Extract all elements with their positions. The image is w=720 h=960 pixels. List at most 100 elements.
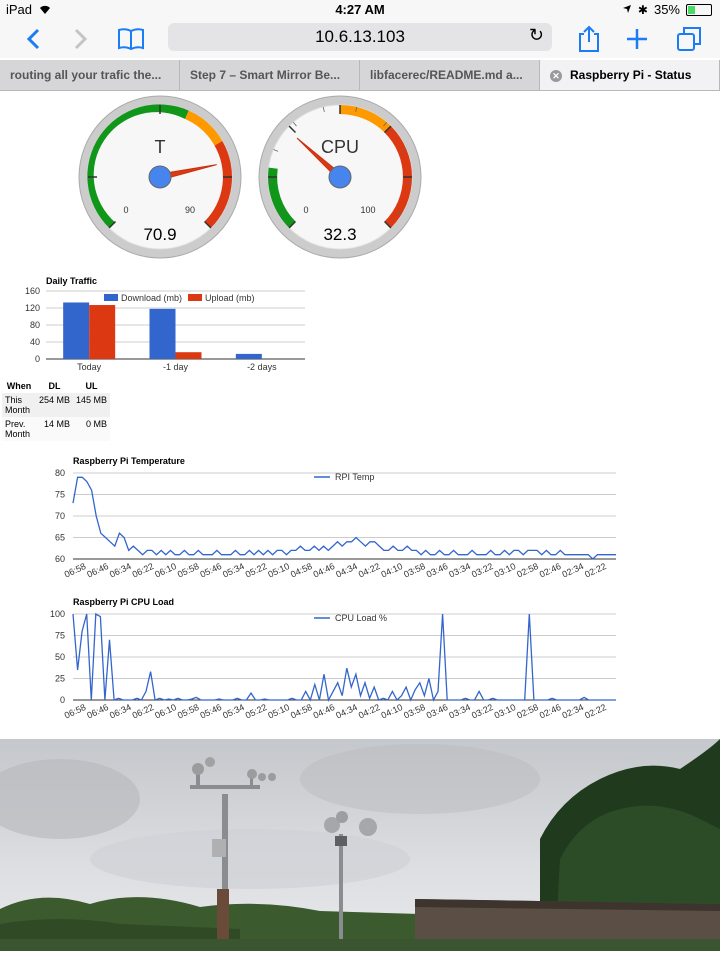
y-tick-label: 75 (55, 631, 65, 641)
x-tick-label: 03:34 (447, 561, 472, 580)
y-tick-label: 0 (35, 354, 40, 364)
url-text: 10.6.13.103 (315, 27, 405, 46)
gauge-max: 90 (185, 205, 195, 215)
tabs-overview-button[interactable] (674, 24, 704, 54)
x-tick-label: 04:22 (357, 561, 382, 580)
bar (89, 305, 116, 359)
series-line (72, 476, 616, 560)
x-tick-label: 04:10 (380, 702, 405, 721)
page-content: T 0 90 70.9 CPU 0 100 32.3 Daily Traffic… (0, 91, 720, 960)
bookmarks-button[interactable] (116, 24, 146, 54)
x-tick-label: 03:22 (470, 561, 495, 580)
x-tick-label: -2 days (247, 362, 277, 372)
bar (175, 352, 202, 359)
legend-swatch (104, 294, 118, 301)
x-tick-label: 02:58 (515, 561, 540, 580)
x-tick-label: 04:46 (312, 561, 337, 580)
y-tick-label: 70 (55, 511, 65, 521)
close-tab-icon[interactable]: ✕ (550, 70, 562, 82)
x-tick-label: 04:34 (334, 702, 359, 721)
bar (149, 308, 176, 359)
tab-routing[interactable]: routing all your trafic the... (0, 60, 180, 90)
gauge-value: 32.3 (323, 225, 356, 244)
y-tick-label: 60 (55, 554, 65, 564)
tab-smart-mirror[interactable]: Step 7 – Smart Mirror Be... (180, 60, 360, 90)
forward-button[interactable] (66, 24, 96, 54)
x-tick-label: 06:34 (108, 561, 133, 580)
tab-label: Step 7 – Smart Mirror Be... (190, 68, 341, 82)
x-tick-label: 03:46 (425, 561, 450, 580)
browser-toolbar: 10.6.13.103 ↻ (0, 20, 720, 58)
x-tick-label: 02:34 (561, 561, 586, 580)
x-tick-label: 05:22 (244, 561, 269, 580)
x-tick-label: 02:58 (515, 702, 540, 721)
battery-icon (686, 3, 712, 16)
gauge-max: 100 (360, 205, 375, 215)
x-tick-label: 06:46 (85, 702, 110, 721)
x-tick-label: 05:34 (221, 702, 246, 721)
x-tick-label: 05:58 (176, 702, 201, 721)
x-tick-label: 02:34 (561, 702, 586, 721)
temperature-chart: Raspberry Pi Temperature 60 65 70 75 80 06:58… (55, 456, 616, 580)
x-tick-label: 05:46 (199, 702, 224, 721)
back-button[interactable] (18, 24, 48, 54)
x-tick-label: 04:22 (357, 702, 382, 721)
bar (235, 353, 262, 359)
chart-title: Raspberry Pi CPU Load (73, 597, 174, 607)
table-cell: 14 MB (44, 419, 71, 429)
y-tick-label: 40 (30, 337, 40, 347)
x-tick-label: 06:34 (108, 702, 133, 721)
address-bar[interactable]: 10.6.13.103 ↻ (168, 23, 552, 51)
y-tick-label: 100 (50, 609, 65, 619)
x-tick-label: 03:34 (447, 702, 472, 721)
y-tick-label: 50 (55, 652, 65, 662)
x-tick-label: 03:58 (402, 702, 427, 721)
table-row: Prev. Month 14 MB 0 MB (2, 417, 111, 441)
weather-station-photo (0, 739, 720, 951)
y-tick-label: 65 (55, 533, 65, 543)
share-button[interactable] (574, 24, 604, 54)
legend-label: Download (mb) (121, 293, 182, 303)
column-header: UL (85, 381, 98, 391)
x-tick-label: Today (77, 362, 102, 372)
x-tick-label: 03:58 (402, 561, 427, 580)
location-icon (622, 2, 632, 17)
y-tick-label: 0 (60, 695, 65, 705)
cpu-gauge: CPU 0 100 32.3 (258, 95, 422, 259)
x-tick-label: 05:58 (176, 561, 201, 580)
tab-libfacerec[interactable]: libfacerec/README.md a... (360, 60, 540, 90)
tab-raspberry-status[interactable]: ✕ Raspberry Pi - Status (540, 60, 720, 90)
x-tick-label: 06:10 (153, 702, 178, 721)
x-tick-label: 06:10 (153, 561, 178, 580)
x-tick-label: 06:22 (131, 561, 156, 580)
reload-icon[interactable]: ↻ (529, 25, 544, 46)
x-tick-label: 02:22 (583, 561, 608, 580)
gauge-min: 0 (303, 205, 308, 215)
x-tick-label: 06:22 (131, 702, 156, 721)
x-tick-label: 05:46 (199, 561, 224, 580)
x-tick-label: 06:46 (85, 561, 110, 580)
y-tick-label: 75 (55, 490, 65, 500)
tab-label: routing all your trafic the... (10, 68, 162, 82)
y-tick-label: 80 (55, 468, 65, 478)
cpu-load-chart: Raspberry Pi CPU Load 025507510006:5806:… (50, 597, 616, 721)
battery-percent: 35% (653, 2, 680, 17)
traffic-table: When DL UL This Month 254 MB 145 MB Prev… (2, 379, 111, 441)
x-tick-label: -1 day (163, 362, 189, 372)
chart-title: Daily Traffic (46, 276, 97, 286)
x-tick-label: 05:10 (266, 702, 291, 721)
x-tick-label: 02:46 (538, 702, 563, 721)
x-tick-label: 06:58 (63, 561, 88, 580)
table-cell: 0 MB (86, 419, 108, 429)
gauge-min: 0 (123, 205, 128, 215)
x-tick-label: 05:22 (244, 702, 269, 721)
gauge-label: T (155, 137, 166, 157)
status-bar: iPad 4:27 AM ✱ 35% (0, 0, 720, 20)
chart-title: Raspberry Pi Temperature (73, 456, 185, 466)
column-header: DL (48, 381, 61, 391)
legend-label: Upload (mb) (205, 293, 255, 303)
x-tick-label: 02:46 (538, 561, 563, 580)
y-tick-label: 80 (30, 320, 40, 330)
gauge-label: CPU (321, 137, 359, 157)
new-tab-button[interactable] (622, 24, 652, 54)
